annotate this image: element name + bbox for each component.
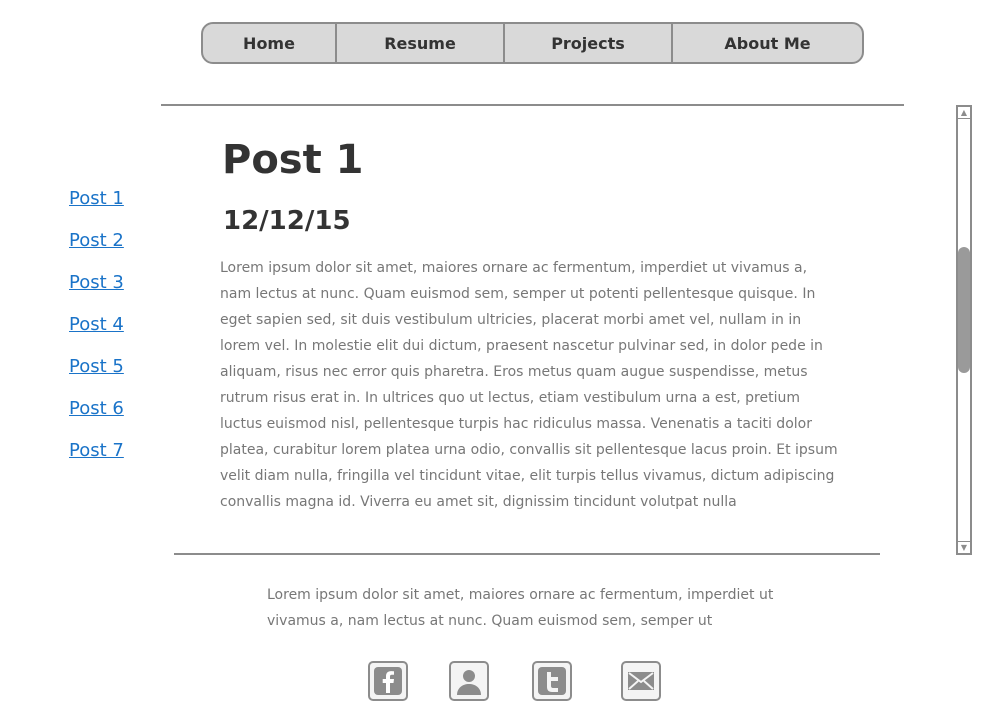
mail-icon <box>628 672 654 690</box>
sidebar-post-2-link[interactable]: Post 2 <box>69 228 124 270</box>
nav-about-me[interactable]: About Me <box>673 24 862 62</box>
scroll-thumb[interactable] <box>958 247 970 373</box>
twitter-icon <box>538 667 566 695</box>
top-divider <box>161 104 904 106</box>
nav-home[interactable]: Home <box>203 24 337 62</box>
post-date: 12/12/15 <box>223 206 351 236</box>
post-scrollbar[interactable]: ▲ ▼ <box>956 105 972 555</box>
nav-projects[interactable]: Projects <box>505 24 673 62</box>
post-title: Post 1 <box>222 137 364 183</box>
footer-text: Lorem ipsum dolor sit amet, maiores orna… <box>267 587 774 629</box>
facebook-icon <box>374 667 402 695</box>
facebook-button[interactable] <box>368 661 408 701</box>
email-button[interactable] <box>621 661 661 701</box>
sidebar-post-4-link[interactable]: Post 4 <box>69 312 124 354</box>
profile-button[interactable] <box>449 661 489 701</box>
scroll-up-arrow-icon[interactable]: ▲ <box>958 107 970 119</box>
sidebar-post-5-link[interactable]: Post 5 <box>69 354 124 396</box>
sidebar-post-7-link[interactable]: Post 7 <box>69 438 124 480</box>
sidebar-post-list: Post 1 Post 2 Post 3 Post 4 Post 5 Post … <box>69 186 124 480</box>
bottom-divider <box>174 553 880 555</box>
user-icon <box>457 670 481 695</box>
nav-resume[interactable]: Resume <box>337 24 505 62</box>
sidebar-post-6-link[interactable]: Post 6 <box>69 396 124 438</box>
post-body: Lorem ipsum dolor sit amet, maiores orna… <box>220 260 838 510</box>
top-nav: Home Resume Projects About Me <box>201 22 864 64</box>
scroll-down-arrow-icon[interactable]: ▼ <box>958 541 970 553</box>
sidebar-post-1-link[interactable]: Post 1 <box>69 186 124 228</box>
sidebar-post-3-link[interactable]: Post 3 <box>69 270 124 312</box>
twitter-button[interactable] <box>532 661 572 701</box>
